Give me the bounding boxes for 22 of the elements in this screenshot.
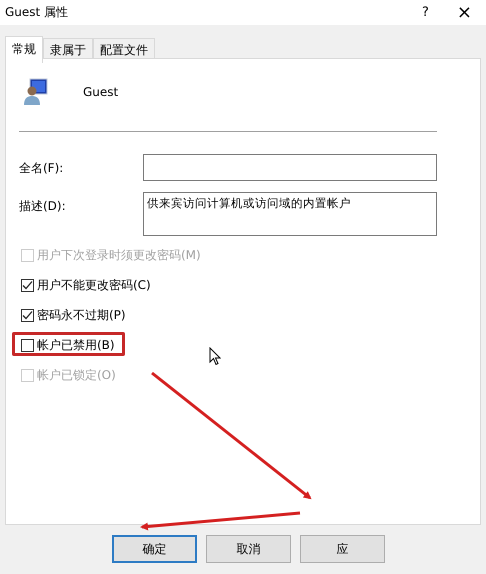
- input-field[interactable]: 供来宾访问计算机或访问域的内置帐户: [143, 192, 437, 236]
- dialog-button[interactable]: 应: [300, 535, 385, 563]
- window-title: Guest 属性: [5, 4, 70, 21]
- dialog-button[interactable]: 取消: [206, 535, 291, 563]
- checkbox-label: 帐户已锁定(O): [37, 367, 116, 384]
- checkbox[interactable]: [21, 279, 34, 292]
- user-name: Guest: [83, 85, 118, 99]
- checkbox-label: 用户不能更改密码(C): [37, 277, 151, 294]
- dialog-button[interactable]: 确定: [112, 535, 197, 563]
- help-button[interactable]: ?: [422, 5, 429, 20]
- field-label: 全名(F):: [19, 160, 64, 177]
- checkbox-label: 密码永不过期(P): [37, 307, 126, 324]
- checkbox-label: 用户下次登录时须更改密码(M): [37, 247, 201, 264]
- input-field[interactable]: [143, 154, 437, 181]
- field-label: 描述(D):: [19, 198, 67, 215]
- tab[interactable]: 常规: [5, 36, 43, 63]
- close-button[interactable]: ×: [456, 2, 472, 23]
- checkbox[interactable]: [21, 309, 34, 322]
- checkbox[interactable]: [21, 339, 34, 352]
- user-computer-icon: [24, 78, 48, 106]
- checkbox-label: 帐户已禁用(B): [37, 337, 115, 354]
- cursor-icon: [209, 347, 221, 366]
